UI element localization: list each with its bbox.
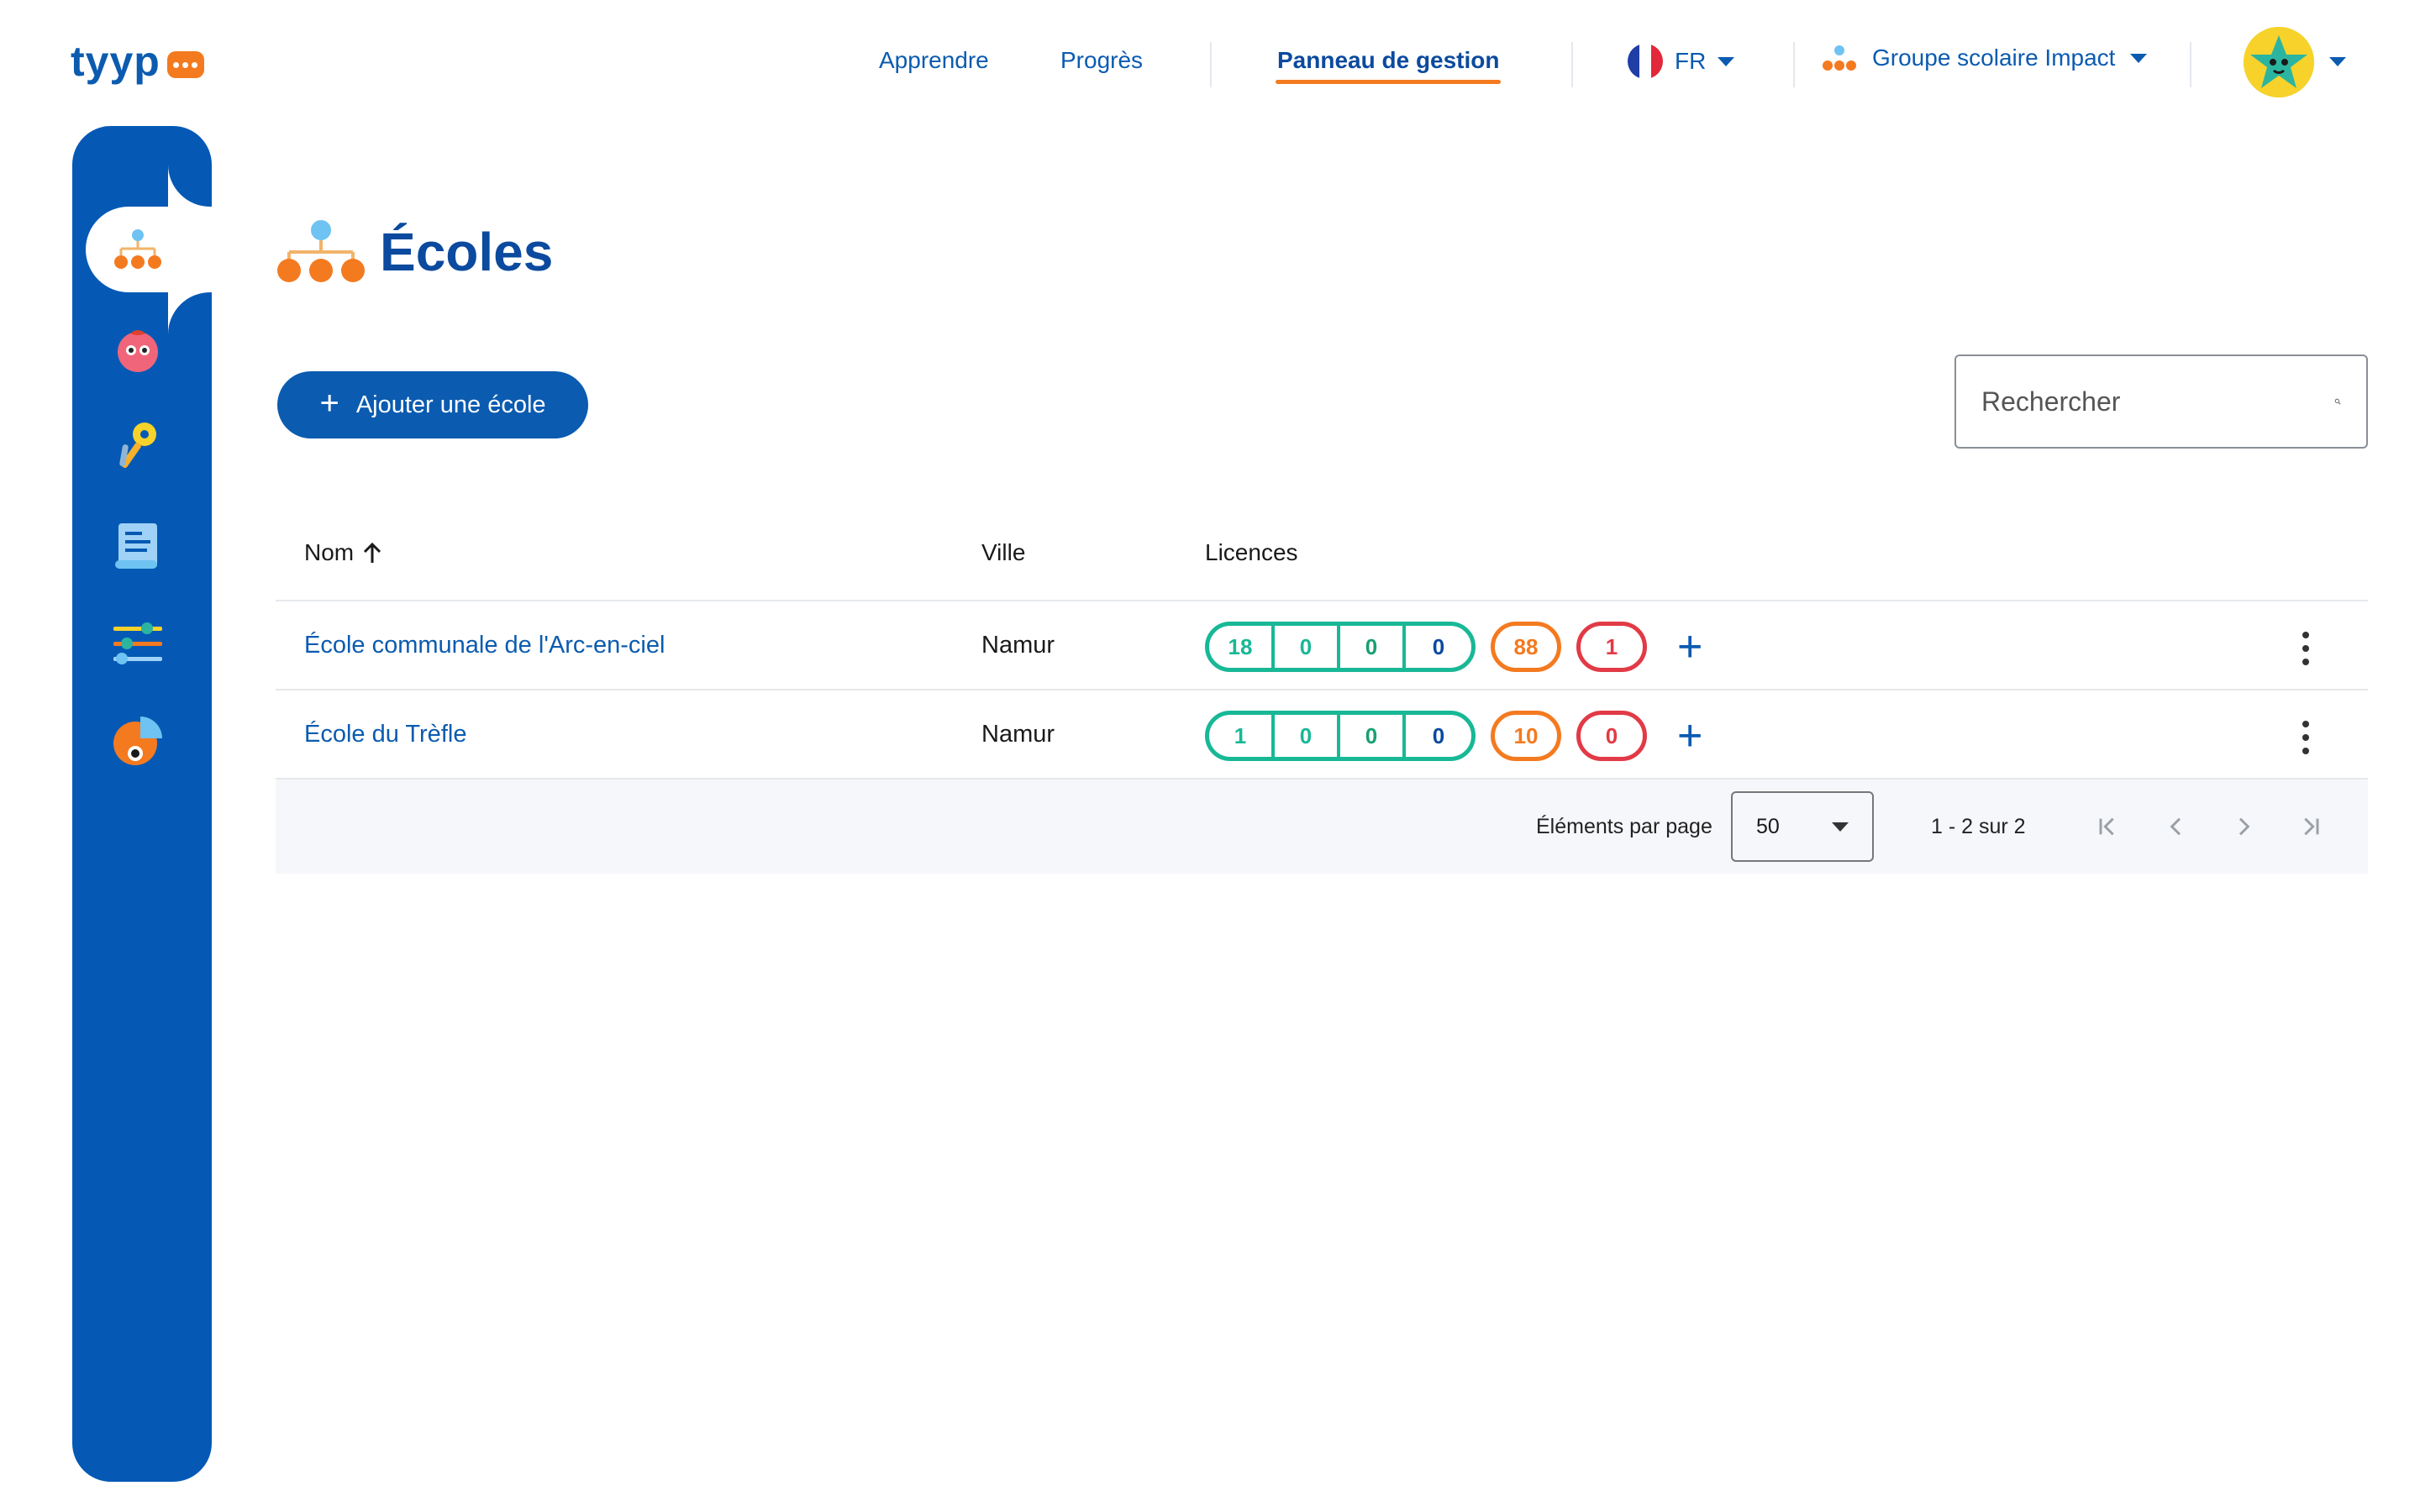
schools-icon [277,220,365,282]
licence-count: 18 [1209,626,1275,668]
sidebar-item-statistics[interactable] [108,711,168,771]
page-range: 1 - 2 sur 2 [1931,815,2026,838]
licence-count: 0 [1432,722,1445,748]
france-flag-icon [1628,44,1663,79]
table-header: Nom Ville Licences [276,512,2368,601]
sliders-icon [113,622,162,664]
group-selector[interactable]: Groupe scolaire Impact [1822,44,2148,72]
licence-counters: 18 0 0 0 88 1 + [1205,622,1702,672]
licence-counters: 1 0 0 0 10 0 + [1205,711,1702,761]
last-page-button[interactable] [2294,810,2328,843]
column-header-name[interactable]: Nom [304,539,382,566]
school-group-icon [1823,45,1856,71]
logo-text: tyyp [71,38,160,85]
first-page-button[interactable] [2091,810,2124,843]
nav-divider [2190,42,2191,87]
search-box[interactable] [1954,354,2368,449]
licence-red-badge: 1 [1576,622,1647,672]
add-licence-plus-icon[interactable]: + [1677,625,1702,669]
pie-chart-icon [113,717,162,765]
column-header-licences: Licences [1205,539,1298,566]
page-title: Écoles [380,222,554,282]
licence-count: 0 [1275,626,1340,668]
table-row: École communale de l'Arc-en-ciel Namur 1… [276,601,2368,690]
licence-red-badge: 0 [1576,711,1647,761]
nav-learn[interactable]: Apprendre [879,47,989,74]
language-label: FR [1675,48,1707,74]
licence-group: 18 0 0 0 [1205,622,1476,672]
sort-ascending-icon [364,542,381,563]
sidebar-notch [168,165,212,207]
column-licences-label: Licences [1205,539,1298,565]
column-header-city: Ville [981,539,1025,566]
licence-count: 1 [1209,715,1275,757]
nav-divider [1571,42,1573,87]
add-school-button[interactable]: + Ajouter une école [277,371,588,438]
school-name-link[interactable]: École du Trèfle [304,721,466,748]
nav-progress[interactable]: Progrès [1060,47,1143,74]
more-options-icon[interactable] [2301,721,2311,754]
group-label: Groupe scolaire Impact [1872,45,2116,71]
items-per-page-label: Éléments par page [1536,815,1712,838]
schools-icon [114,229,161,269]
first-page-icon [2099,817,2114,836]
chevron-down-icon [2130,53,2148,63]
star-avatar-icon [2244,27,2314,97]
sidebar-item-settings[interactable] [108,613,168,674]
add-licence-plus-icon[interactable]: + [1677,714,1702,758]
more-options-icon[interactable] [2301,632,2311,665]
top-navigation: tyyp Apprendre Progrès Panneau de gestio… [0,0,2420,126]
sidebar-item-reports[interactable] [108,516,168,576]
page-size-value: 50 [1756,814,1780,838]
add-school-label: Ajouter une école [355,391,546,418]
previous-page-button[interactable] [2160,810,2193,843]
plus-icon: + [319,385,339,422]
sidebar-item-schools[interactable] [108,220,168,281]
nav-divider [1793,42,1795,87]
keys-icon [119,423,156,469]
sidebar-notch [168,292,212,334]
school-name-link[interactable]: École communale de l'Arc-en-ciel [304,632,665,659]
chevron-down-icon [1718,56,1735,66]
licence-count: 0 [1340,715,1406,757]
language-selector[interactable]: FR [1628,44,1735,79]
search-input[interactable] [1981,386,2334,417]
last-page-icon [2304,817,2319,836]
sidebar-item-licences[interactable] [108,417,168,477]
nav-active-indicator [1276,80,1501,84]
next-page-button[interactable] [2227,810,2260,843]
sidebar-item-students[interactable] [108,319,168,380]
school-city: Namur [981,721,1055,748]
licence-group: 1 0 0 0 [1205,711,1476,761]
student-face-icon [118,330,158,372]
licence-orange-badge: 10 [1491,711,1561,761]
column-city-label: Ville [981,539,1026,565]
school-city: Namur [981,632,1055,659]
search-icon[interactable] [2334,383,2341,420]
table-row: École du Trèfle Namur 1 0 0 0 10 0 + [276,690,2368,780]
licence-count: 0 [1340,626,1406,668]
logo-bubble-icon [166,51,204,78]
nav-divider [1210,42,1212,87]
chevron-left-icon [2170,817,2181,836]
page-header: Écoles [277,218,553,286]
chevron-down-icon[interactable] [2329,57,2346,66]
chevron-right-icon [2238,817,2250,836]
schools-table: Nom Ville Licences École communale de l'… [276,512,2368,874]
licence-orange-badge: 88 [1491,622,1561,672]
page-size-select[interactable]: 50 [1731,791,1874,862]
logo[interactable]: tyyp [71,37,204,86]
chevron-down-icon [1832,822,1849,832]
licence-count: 0 [1275,715,1340,757]
document-icon [115,523,157,569]
paginator: Éléments par page 50 1 - 2 sur 2 [276,780,2368,874]
licence-count: 0 [1432,633,1445,659]
column-name-label: Nom [304,539,355,565]
nav-admin-panel[interactable]: Panneau de gestion [1277,47,1500,74]
user-avatar[interactable] [2244,27,2314,97]
